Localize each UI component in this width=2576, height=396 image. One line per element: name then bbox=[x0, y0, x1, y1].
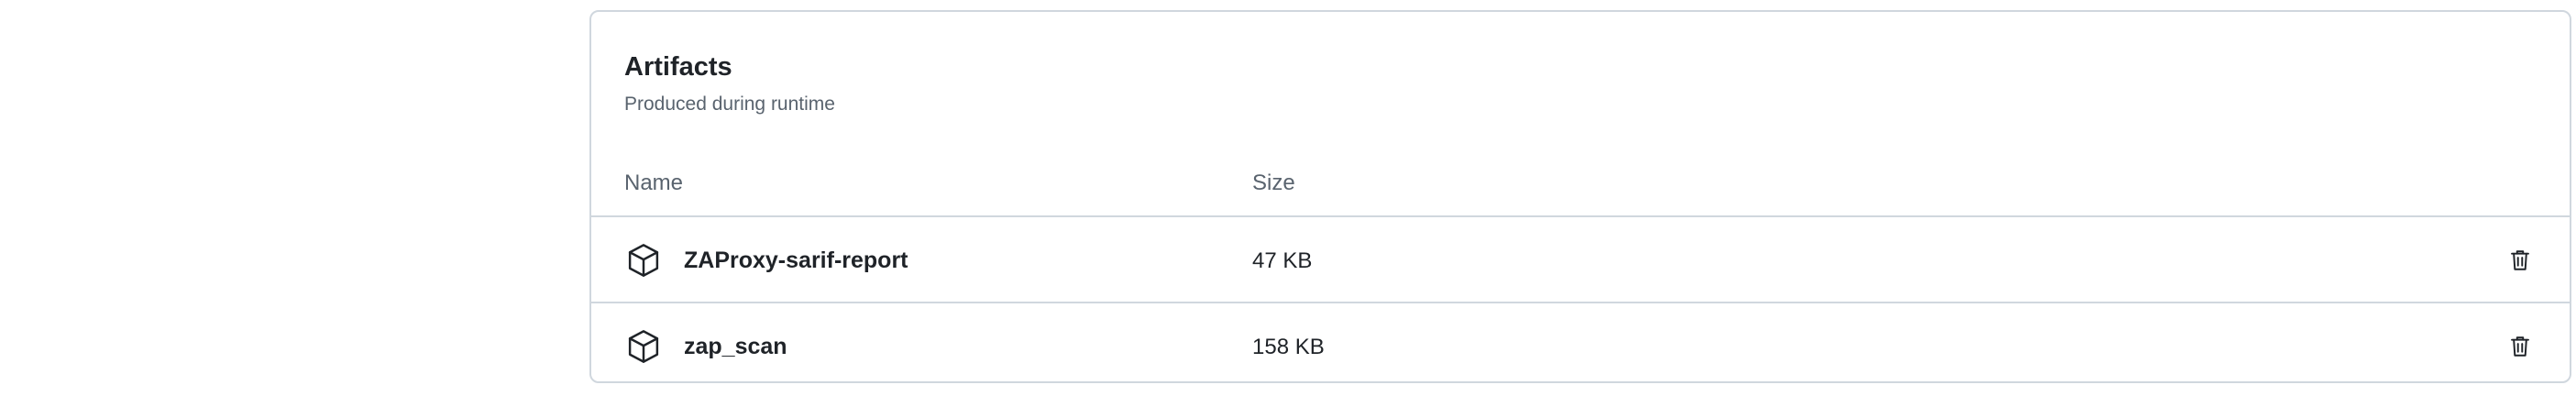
delete-artifact-button[interactable] bbox=[2502, 242, 2538, 279]
artifact-name-link[interactable]: zap_scan bbox=[684, 332, 787, 361]
artifact-name-link[interactable]: ZAProxy-sarif-report bbox=[684, 246, 908, 275]
artifacts-title: Artifacts bbox=[624, 52, 732, 82]
delete-artifact-button[interactable] bbox=[2502, 328, 2538, 365]
artifact-row: ZAProxy-sarif-report 47 KB bbox=[591, 219, 2570, 303]
artifacts-subtitle: Produced during runtime bbox=[624, 94, 835, 115]
artifacts-panel: Artifacts Produced during runtime Name S… bbox=[589, 10, 2571, 383]
trash-icon bbox=[2511, 250, 2529, 270]
artifacts-header: Artifacts Produced during runtime bbox=[624, 50, 835, 116]
artifact-size: 47 KB bbox=[1252, 248, 1313, 273]
package-icon bbox=[624, 241, 663, 280]
column-header-name: Name bbox=[624, 170, 684, 195]
page: Artifacts Produced during runtime Name S… bbox=[0, 0, 2576, 396]
trash-icon bbox=[2511, 336, 2529, 357]
artifact-size: 158 KB bbox=[1252, 335, 1325, 359]
column-header-size: Size bbox=[1252, 170, 1295, 195]
artifacts-table-header: Name Size bbox=[591, 159, 2570, 217]
package-icon bbox=[624, 327, 663, 366]
artifact-row: zap_scan 158 KB bbox=[591, 305, 2570, 381]
